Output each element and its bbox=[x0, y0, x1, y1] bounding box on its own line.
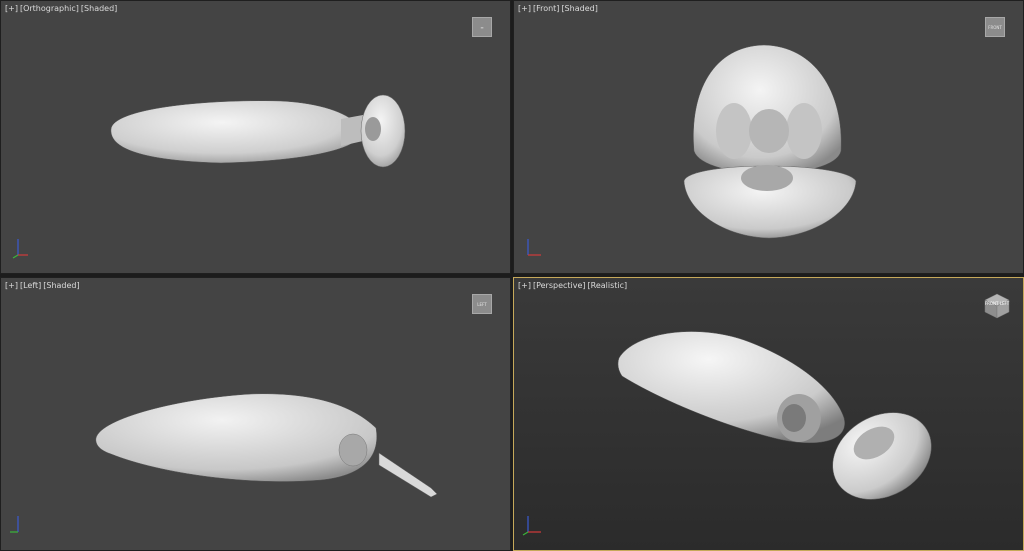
fishing-lure-model[interactable] bbox=[514, 278, 1024, 551]
viewport-orthographic[interactable]: [+] [Orthographic] [Shaded] ≡ bbox=[0, 0, 511, 274]
viewport-perspective[interactable]: [+] [Perspective] [Realistic] FRONT LEFT bbox=[513, 277, 1024, 551]
axis-tripod-icon bbox=[522, 516, 541, 536]
fishing-lure-model[interactable] bbox=[514, 1, 1024, 274]
axis-tripod-icon bbox=[12, 239, 28, 259]
viewport-left[interactable]: [+] [Left] [Shaded] LEFT bbox=[0, 277, 511, 551]
viewport-layout: [+] [Orthographic] [Shaded] ≡ [+] [Front… bbox=[0, 0, 1024, 551]
axis-tripod-icon bbox=[10, 516, 19, 533]
fishing-lure-model[interactable] bbox=[1, 1, 511, 274]
fishing-lure-model[interactable] bbox=[1, 278, 511, 551]
viewport-front[interactable]: [+] [Front] [Shaded] FRONT bbox=[513, 0, 1024, 274]
axis-tripod-icon bbox=[527, 239, 541, 256]
